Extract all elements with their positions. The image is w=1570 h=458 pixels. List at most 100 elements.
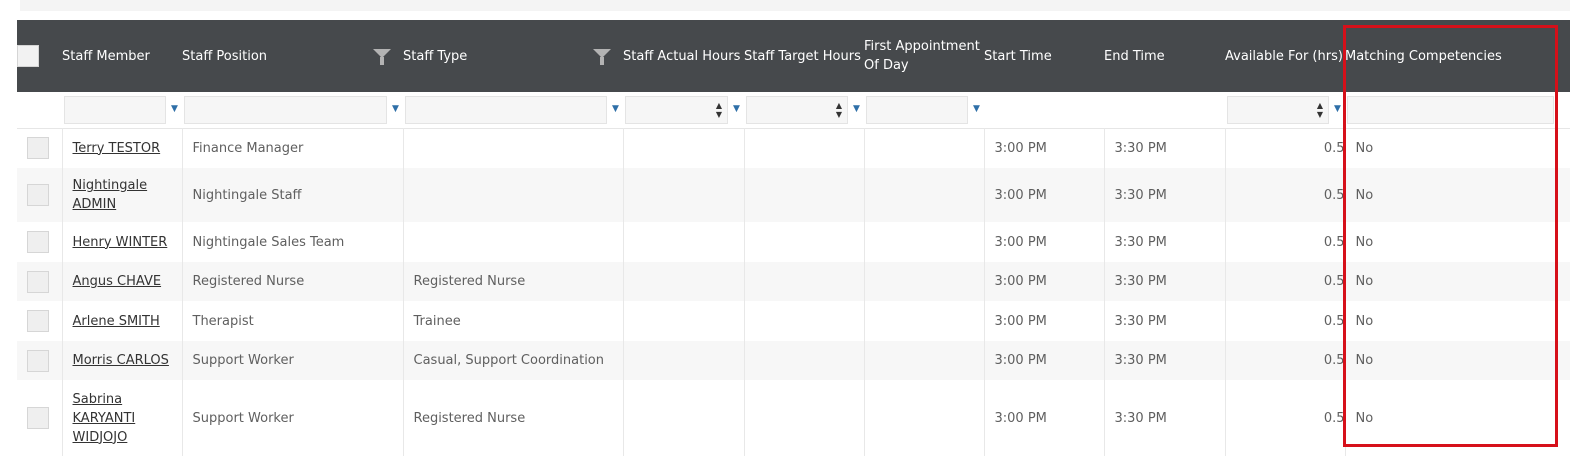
staff-actual-hours-cell [623,262,745,301]
numeric-spinner-icon[interactable]: ▲ ▼ [1315,101,1325,119]
column-filter-icon[interactable] [593,49,611,65]
staff-target-hours-cell [744,341,865,380]
row-select-cell [17,262,63,301]
header-label: Available For (hrs) [1225,48,1343,64]
header-label: Start Time [984,48,1052,64]
first-appointment-cell [864,301,985,341]
start-time-cell: 3:00 PM [984,341,1105,380]
header-staff-target-hours[interactable]: Staff Target Hours [744,20,864,92]
numeric-spinner-icon[interactable]: ▲ ▼ [834,101,844,119]
filter-cell-staff-member: ▼ [62,92,182,128]
available-for-filter-input[interactable] [1227,96,1329,124]
table-row[interactable]: Sabrina KARYANTI WIDJOJO Support Worker … [17,380,1570,456]
staff-member-link[interactable]: Sabrina KARYANTI WIDJOJO [73,392,136,445]
staff-member-cell: Morris CARLOS [62,341,183,380]
header-end-time[interactable]: End Time [1104,20,1225,92]
filter-funnel-icon[interactable]: ▼ [612,104,620,114]
table-row[interactable]: Nightingale ADMIN Nightingale Staff 3:00… [17,168,1570,222]
staff-member-link[interactable]: Angus CHAVE [73,274,162,289]
first-appointment-cell [864,168,985,222]
header-matching-competencies[interactable]: Matching Competencies [1345,20,1570,92]
header-label: Staff Actual Hours [623,48,741,64]
filter-cell-staff-type: ▼ [403,92,623,128]
table-row[interactable]: Angus CHAVE Registered Nurse Registered … [17,262,1570,301]
available-for-cell: 0.5 [1225,301,1346,341]
header-staff-actual-hours[interactable]: Staff Actual Hours [623,20,744,92]
filter-funnel-icon[interactable]: ▼ [973,104,981,114]
start-time-cell: 3:00 PM [984,262,1105,301]
row-checkbox[interactable] [27,310,49,332]
end-time-cell: 3:30 PM [1104,380,1226,456]
staff-position-cell: Finance Manager [182,128,404,168]
staff-grid: Staff Member Staff Position Staff Type S… [17,20,1570,456]
staff-member-link[interactable]: Henry WINTER [73,235,168,250]
end-time-cell: 3:30 PM [1104,222,1226,262]
header-start-time[interactable]: Start Time [984,20,1104,92]
filter-funnel-icon[interactable]: ▼ [171,104,179,114]
table-row[interactable]: Morris CARLOS Support Worker Casual, Sup… [17,341,1570,380]
first-appointment-cell [864,380,985,456]
row-checkbox[interactable] [27,270,49,293]
first-appointment-filter-input[interactable] [866,96,968,124]
first-appointment-cell [864,262,985,301]
start-time-cell: 3:00 PM [984,301,1105,341]
actual-hours-filter-input[interactable] [625,96,728,124]
matching-competencies-cell: No [1345,168,1570,222]
target-hours-filter-input[interactable] [746,96,848,124]
matching-competencies-filter-input[interactable] [1347,96,1554,124]
filter-funnel-icon[interactable]: ▼ [1334,104,1342,114]
header-label: First Appointment Of Day [864,39,980,73]
staff-type-filter-input[interactable] [405,96,607,124]
staff-position-cell: Therapist [182,301,404,341]
staff-member-cell: Henry WINTER [62,222,183,262]
first-appointment-cell [864,222,985,262]
staff-position-cell: Registered Nurse [182,262,404,301]
staff-actual-hours-cell [623,380,745,456]
filter-cell-first-appointment: ▼ [864,92,984,128]
column-filter-icon[interactable] [373,49,391,65]
staff-member-link[interactable]: Morris CARLOS [73,353,169,368]
grid-header-row: Staff Member Staff Position Staff Type S… [17,20,1570,92]
row-select-cell [17,222,63,262]
table-row[interactable]: Arlene SMITH Therapist Trainee 3:00 PM 3… [17,301,1570,341]
staff-member-link[interactable]: Arlene SMITH [73,314,160,329]
select-all-checkbox[interactable] [17,45,39,67]
staff-type-cell [403,168,624,222]
staff-target-hours-cell [744,262,865,301]
row-checkbox[interactable] [27,231,49,253]
staff-member-link[interactable]: Nightingale ADMIN [73,178,148,212]
numeric-spinner-icon[interactable]: ▲ ▼ [714,101,724,119]
staff-type-cell [403,128,624,168]
available-for-cell: 0.5 [1225,262,1346,301]
header-label: Staff Member [62,48,150,64]
table-row[interactable]: Henry WINTER Nightingale Sales Team 3:00… [17,222,1570,262]
table-row[interactable]: Terry TESTOR Finance Manager 3:00 PM 3:3… [17,128,1570,168]
staff-actual-hours-cell [623,128,745,168]
header-staff-position[interactable]: Staff Position [182,20,403,92]
staff-position-filter-input[interactable] [184,96,387,124]
end-time-cell: 3:30 PM [1104,341,1226,380]
header-staff-type[interactable]: Staff Type [403,20,623,92]
staff-type-cell: Casual, Support Coordination [403,341,624,380]
row-checkbox[interactable] [27,184,49,206]
filter-funnel-icon[interactable]: ▼ [853,104,861,114]
filter-funnel-icon[interactable]: ▼ [733,104,741,114]
matching-competencies-cell: No [1345,341,1570,380]
filter-funnel-icon[interactable]: ▼ [392,104,400,114]
available-for-cell: 0.5 [1225,380,1346,456]
staff-member-link[interactable]: Terry TESTOR [73,141,161,156]
header-staff-member[interactable]: Staff Member [62,20,182,92]
first-appointment-cell [864,341,985,380]
staff-member-filter-input[interactable] [64,96,166,124]
header-available-for[interactable]: Available For (hrs) [1225,20,1345,92]
header-first-appointment[interactable]: First Appointment Of Day [864,20,984,92]
row-checkbox[interactable] [27,407,49,429]
end-time-cell: 3:30 PM [1104,128,1226,168]
staff-type-cell: Registered Nurse [403,380,624,456]
staff-actual-hours-cell [623,222,745,262]
row-checkbox[interactable] [27,349,49,372]
filter-cell-empty [17,92,62,128]
row-select-cell [17,341,63,380]
row-checkbox[interactable] [27,137,49,160]
row-select-cell [17,380,63,456]
